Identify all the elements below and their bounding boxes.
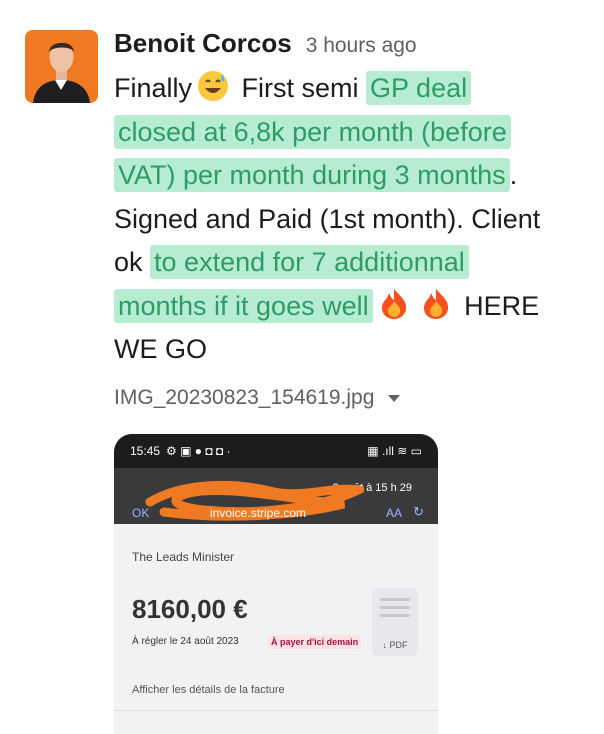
reload-icon: ↻ <box>413 504 424 519</box>
status-icons: ⚙ ▣ ● ◘ ◘ · <box>166 444 231 458</box>
details-link: Afficher les détails de la facture <box>132 684 285 696</box>
status-right-icons: ▦ .ıll ≋ ▭ <box>367 444 422 458</box>
invoice-page: The Leads Minister 8160,00 € À régler le… <box>114 524 438 734</box>
grinning-sweat-emoji-icon <box>196 69 230 103</box>
highlight-text: VAT) per month during 3 months <box>114 158 510 192</box>
body-text: Finally <box>114 73 193 103</box>
attachment-image[interactable]: 15:45 ⚙ ▣ ● ◘ ◘ · ▦ .ıll ≋ ▭ 3 août à 15 … <box>114 434 438 734</box>
merchant-name: The Leads Minister <box>132 550 235 564</box>
body-text: . <box>509 160 518 190</box>
highlight-text: GP deal <box>366 71 472 105</box>
message: Benoit Corcos 3 hours ago Finally First … <box>114 28 590 410</box>
due-date: À régler le 24 août 2023 <box>132 636 239 647</box>
message-header: Benoit Corcos 3 hours ago <box>114 28 590 64</box>
browser-url: invoice.stripe.com <box>210 506 307 520</box>
phone-status-bar: 15:45 ⚙ ▣ ● ◘ ◘ · ▦ .ıll ≋ ▭ <box>114 434 438 468</box>
body-text: Signed and Paid (1st month). Client <box>114 203 541 234</box>
status-time: 15:45 <box>130 444 161 458</box>
body-text: First semi <box>234 73 367 103</box>
message-body: Finally First semi GP deal closed at 6,8… <box>114 67 590 372</box>
body-text: WE GO <box>114 334 207 364</box>
body-text: HERE <box>456 290 540 321</box>
highlight-text: closed at 6,8k per month (before <box>114 114 511 149</box>
browser-bar: 3 août à 15 h 29 OK invoice.stripe.com A… <box>114 468 438 524</box>
author-name[interactable]: Benoit Corcos <box>114 28 292 59</box>
highlight-text: to extend for 7 additionnal <box>150 245 469 279</box>
chevron-down-icon[interactable] <box>388 395 401 402</box>
divider <box>114 710 438 711</box>
fire-icon <box>377 287 411 321</box>
text-size-button: AA <box>385 506 402 520</box>
message-timestamp[interactable]: 3 hours ago <box>306 34 417 58</box>
attachment-header[interactable]: IMG_20230823_154619.jpg <box>114 386 590 410</box>
body-text: ok <box>114 247 151 277</box>
invoice-amount: 8160,00 € <box>132 594 248 624</box>
avatar-image <box>25 30 98 103</box>
pdf-label: ↓ PDF <box>382 640 408 650</box>
back-button: OK <box>132 506 150 520</box>
highlight-text: months if it goes well <box>114 288 373 323</box>
pdf-thumbnail: ↓ PDF <box>372 588 418 656</box>
status-badge: À payer d'ici demain <box>268 635 362 649</box>
author-avatar[interactable] <box>25 30 98 103</box>
fire-icon <box>419 287 453 321</box>
attachment-filename[interactable]: IMG_20230823_154619.jpg <box>114 386 374 410</box>
